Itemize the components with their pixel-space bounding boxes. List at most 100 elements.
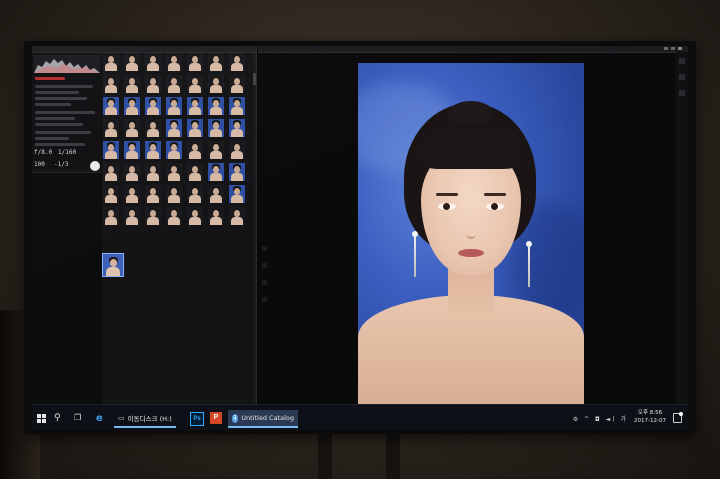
photo-thumbnail[interactable] (145, 53, 161, 71)
edge-browser-icon[interactable]: e (96, 413, 103, 424)
photo-thumbnail[interactable] (229, 207, 245, 225)
shutter-speed-value[interactable]: 1/160 (58, 149, 76, 156)
capture-window-titlebar[interactable] (32, 46, 256, 53)
tool-row[interactable] (35, 97, 87, 100)
taskbar: ⚲ ❐ e ▭ 이동디스크 (H:) Ps P i Untitled Catal… (32, 404, 688, 430)
close-icon[interactable] (678, 47, 682, 50)
photo-thumbnail[interactable] (145, 119, 161, 137)
clock-date: 2017-12-07 (634, 418, 666, 424)
photo-thumbnail[interactable] (208, 141, 224, 159)
photo-thumbnail[interactable] (229, 97, 245, 115)
tool-icon[interactable] (262, 297, 267, 302)
photo-thumbnail[interactable] (103, 185, 119, 203)
photo-thumbnail[interactable] (103, 97, 119, 115)
powerpoint-icon[interactable]: P (210, 412, 222, 424)
system-tray-icons[interactable]: ⚙ ^ ◘ ◄) 가 (573, 414, 628, 423)
tool-row[interactable] (35, 85, 93, 88)
photo-thumbnail[interactable] (208, 185, 224, 203)
photo-thumbnail[interactable] (145, 97, 161, 115)
photo-thumbnail[interactable] (229, 53, 245, 71)
photo-thumbnail[interactable] (166, 75, 182, 93)
system-clock[interactable]: 오후 8:56 2017-12-07 (634, 409, 666, 425)
capture-shutter-icon[interactable] (90, 161, 100, 171)
taskbar-app-removable-drive[interactable]: ▭ 이동디스크 (H:) (114, 410, 176, 428)
photo-thumbnail[interactable] (103, 119, 119, 137)
tool-row[interactable] (35, 123, 83, 126)
portrait-photo[interactable] (358, 63, 584, 405)
photo-thumbnail[interactable] (187, 163, 203, 181)
taskbar-app-lightroom[interactable]: i Untitled Catalog (228, 410, 298, 428)
photo-thumbnail[interactable] (145, 75, 161, 93)
photo-thumbnail[interactable] (166, 163, 182, 181)
photo-thumbnail[interactable] (103, 53, 119, 71)
tool-row[interactable] (35, 91, 79, 94)
notification-center-icon[interactable] (673, 412, 683, 423)
photo-thumbnail[interactable] (187, 97, 203, 115)
photo-thumbnail[interactable] (208, 207, 224, 225)
panel-splitter[interactable] (253, 53, 256, 403)
photo-thumbnail[interactable] (145, 163, 161, 181)
viewer-window-titlebar[interactable] (258, 46, 688, 53)
tool-row[interactable] (35, 117, 75, 120)
search-icon[interactable]: ⚲ (54, 413, 61, 423)
tool-icon[interactable] (262, 263, 267, 268)
exposure-compensation-value[interactable]: -1/3 (54, 161, 68, 168)
photo-thumbnail[interactable] (229, 119, 245, 137)
photo-thumbnail[interactable] (229, 75, 245, 93)
photo-thumbnail[interactable] (208, 53, 224, 71)
photo-thumbnail[interactable] (124, 163, 140, 181)
photo-thumbnail[interactable] (145, 207, 161, 225)
windows-start-icon[interactable] (37, 414, 47, 424)
photo-thumbnail[interactable] (166, 119, 182, 137)
photo-thumbnail[interactable] (166, 207, 182, 225)
photo-brow (436, 193, 458, 196)
photo-thumbnail[interactable] (208, 163, 224, 181)
photo-thumbnail[interactable] (166, 141, 182, 159)
photo-thumbnail[interactable] (103, 75, 119, 93)
photo-thumbnail[interactable] (124, 185, 140, 203)
tool-icon[interactable] (679, 74, 685, 80)
photo-thumbnail[interactable] (124, 141, 140, 159)
tool-icon[interactable] (262, 246, 267, 251)
photo-thumbnail[interactable] (124, 75, 140, 93)
photo-thumbnail[interactable] (124, 119, 140, 137)
photo-thumbnail[interactable] (208, 75, 224, 93)
maximize-icon[interactable] (671, 47, 675, 50)
photo-thumbnail[interactable] (103, 141, 119, 159)
photo-thumbnail[interactable] (166, 97, 182, 115)
tool-row[interactable] (35, 111, 95, 114)
tool-icon[interactable] (679, 58, 685, 64)
minimize-icon[interactable] (664, 47, 668, 50)
photo-thumbnail[interactable] (124, 97, 140, 115)
photo-thumbnail[interactable] (103, 207, 119, 225)
photo-thumbnail[interactable] (208, 97, 224, 115)
photo-thumbnail[interactable] (124, 53, 140, 71)
photo-thumbnail[interactable] (187, 141, 203, 159)
iso-value[interactable]: 100 (34, 161, 45, 168)
photo-thumbnail[interactable] (124, 207, 140, 225)
tool-row[interactable] (35, 103, 71, 106)
photo-thumbnail[interactable] (145, 141, 161, 159)
tool-icon[interactable] (679, 90, 685, 96)
photo-thumbnail[interactable] (166, 185, 182, 203)
photoshop-icon[interactable]: Ps (190, 412, 204, 426)
photo-thumbnail[interactable] (187, 185, 203, 203)
tool-row[interactable] (35, 131, 91, 134)
photo-thumbnail[interactable] (208, 119, 224, 137)
tool-row[interactable] (35, 137, 69, 140)
tool-icon[interactable] (262, 280, 267, 285)
photo-thumbnail[interactable] (187, 119, 203, 137)
photo-thumbnail[interactable] (229, 185, 245, 203)
photo-thumbnail[interactable] (187, 53, 203, 71)
selected-thumbnail[interactable] (102, 253, 124, 277)
photo-thumbnail[interactable] (166, 53, 182, 71)
photo-thumbnail[interactable] (103, 163, 119, 181)
tool-row[interactable] (35, 143, 85, 146)
photo-thumbnail[interactable] (187, 207, 203, 225)
aperture-value[interactable]: f/8.0 (34, 149, 52, 156)
photo-thumbnail[interactable] (229, 163, 245, 181)
photo-thumbnail[interactable] (229, 141, 245, 159)
photo-thumbnail[interactable] (145, 185, 161, 203)
task-view-icon[interactable]: ❐ (74, 413, 81, 422)
photo-thumbnail[interactable] (187, 75, 203, 93)
